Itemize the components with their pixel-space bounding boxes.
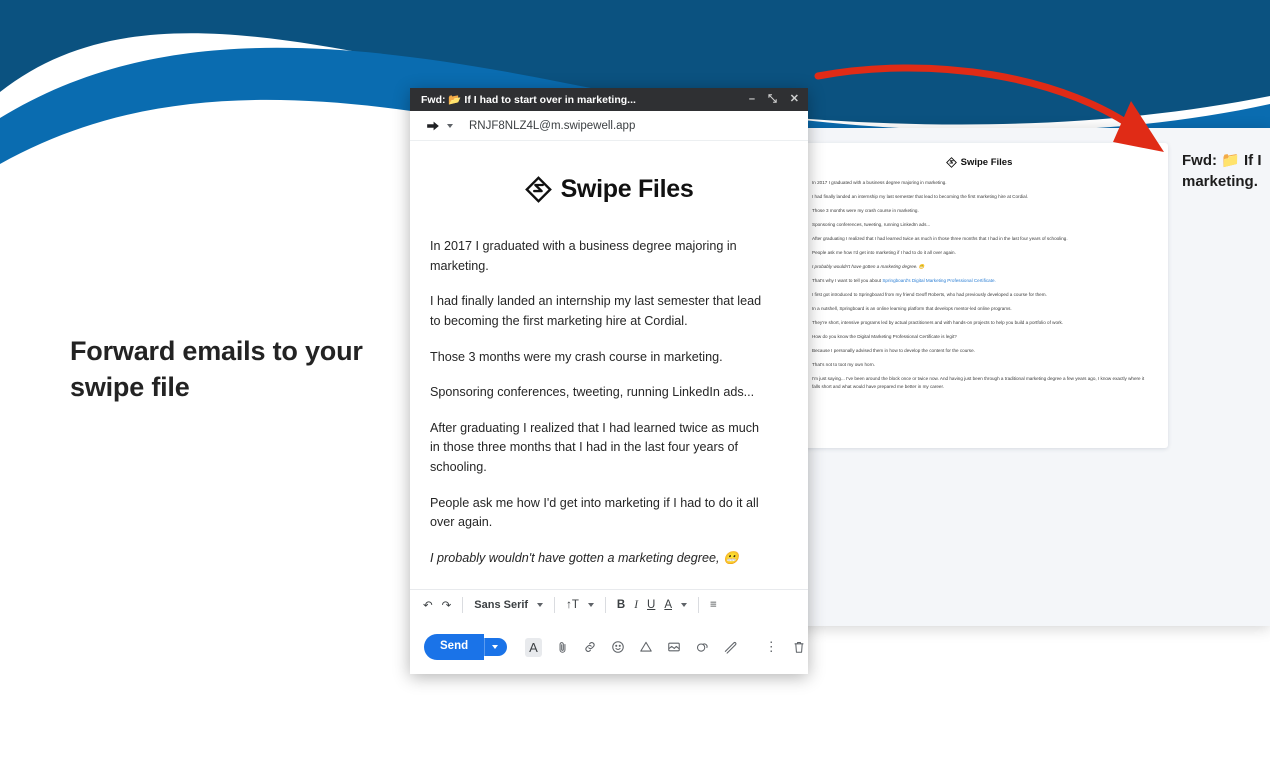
preview-paragraph-link: That's why I want to tell you about Spri… — [812, 277, 996, 283]
window-controls: – ⤡ ✕ — [749, 94, 799, 105]
body-paragraph-italic: I probably wouldn't have gotten a market… — [430, 551, 739, 566]
preview-paragraph: That's not to toot my own horn. — [812, 361, 875, 367]
attach-file-icon[interactable] — [556, 641, 569, 654]
insert-emoji-icon[interactable] — [611, 640, 625, 654]
send-button[interactable]: Send — [424, 634, 485, 660]
confidential-mode-icon[interactable] — [695, 640, 709, 654]
preview-body: In 2017 I graduated with a business degr… — [812, 179, 1146, 392]
send-group: Send — [424, 634, 508, 660]
close-icon[interactable]: ✕ — [790, 94, 799, 105]
body-paragraph: People ask me how I'd get into marketing… — [430, 494, 788, 533]
preview-paragraph: Sponsoring conferences, tweeting, runnin… — [812, 221, 931, 227]
body-paragraph: After graduating I realized that I had l… — [430, 419, 788, 478]
expand-icon[interactable]: ⤡ — [768, 94, 777, 105]
toolbar-divider — [604, 597, 606, 613]
align-button[interactable]: ≡ — [710, 599, 717, 611]
bold-button[interactable]: B — [617, 599, 625, 611]
compose-body[interactable]: Swipe Files In 2017 I graduated with a b… — [410, 141, 808, 584]
send-options-button[interactable] — [484, 638, 508, 656]
compose-titlebar: Fwd: 📂 If I had to start over in marketi… — [410, 88, 808, 111]
body-line: In 2017 I graduated with a business degr… — [430, 239, 737, 253]
body-paragraph: In 2017 I graduated with a business degr… — [430, 237, 788, 276]
forward-arrow-icon — [427, 121, 439, 130]
body-line: marketing. — [430, 258, 489, 273]
discard-draft-icon[interactable] — [792, 640, 806, 654]
minimize-icon[interactable]: – — [749, 94, 755, 105]
toolbar-divider — [698, 597, 700, 613]
toolbar-divider — [554, 597, 556, 613]
insert-link-icon[interactable] — [583, 640, 597, 654]
compose-title: Fwd: 📂 If I had to start over in marketi… — [421, 94, 636, 106]
text-color-button[interactable]: A — [664, 599, 672, 611]
preview-paragraph: Those 3 months were my crash course in m… — [812, 207, 919, 213]
preview-paragraph: I'm just saying... I've been around the … — [812, 375, 1145, 390]
gmail-compose-window: Fwd: 📂 If I had to start over in marketi… — [410, 88, 808, 674]
chevron-down-icon[interactable] — [681, 603, 688, 607]
compose-brand: Swipe Files — [430, 175, 788, 204]
recipient-address[interactable]: RNJF8NLZ4L@m.swipewell.app — [469, 120, 635, 132]
body-line: After graduating I realized that I had l… — [430, 420, 760, 435]
preview-paragraph: In a nutshell, Springboard is an online … — [812, 305, 1012, 311]
preview-paragraph: They're short, intensive programs led by… — [812, 319, 1064, 325]
body-line: People ask me how I'd get into marketing… — [430, 495, 759, 510]
preview-paragraph: I had finally landed an internship my la… — [812, 193, 1029, 199]
redo-icon[interactable]: ↷ — [442, 598, 452, 612]
chevron-down-icon[interactable] — [447, 123, 453, 128]
font-family-select[interactable]: Sans Serif — [474, 599, 528, 611]
recipient-row[interactable]: RNJF8NLZ4L@m.swipewell.app — [410, 111, 808, 141]
format-options-icon[interactable]: A — [525, 637, 542, 657]
body-paragraph: Sponsoring conferences, tweeting, runnin… — [430, 385, 755, 400]
undo-icon[interactable]: ↶ — [423, 598, 433, 612]
swipe-files-logo-icon — [524, 176, 552, 203]
font-size-button[interactable]: ↑T — [566, 599, 579, 611]
preview-paragraph: People ask me how I'd get into marketing… — [812, 249, 956, 255]
compose-actions: Send A ⋮ — [410, 620, 808, 674]
preview-paragraph: After graduating I realized that I had l… — [812, 235, 1068, 241]
side-card-title: Fwd: 📁 If Imarketing. — [1182, 152, 1262, 191]
springboard-link[interactable]: Springboard's Digital Marketing Professi… — [882, 278, 995, 283]
preview-paragraph: I first got introduced to Springboard fr… — [812, 291, 1047, 297]
preview-paragraph: Because I personally advised them in how… — [812, 347, 975, 353]
preview-paragraph: In 2017 I graduated with a business degr… — [812, 180, 947, 185]
chevron-down-icon[interactable] — [537, 603, 544, 607]
preview-brand: Swipe Files — [812, 157, 1146, 168]
chevron-down-icon[interactable] — [587, 603, 594, 607]
more-options-icon[interactable]: ⋮ — [765, 639, 778, 655]
preview-paragraph: How do you know the Digital Marketing Pr… — [812, 333, 957, 339]
swipe-files-logo-icon — [945, 157, 957, 168]
italic-button[interactable]: I — [634, 599, 638, 611]
compose-brand-label: Swipe Files — [560, 175, 694, 203]
body-paragraph: Those 3 months were my crash course in m… — [430, 349, 723, 364]
body-line: schooling. — [430, 460, 487, 475]
page-headline: Forward emails to your swipe file — [70, 336, 363, 402]
email-preview-card[interactable]: Swipe Files In 2017 I graduated with a b… — [790, 143, 1168, 448]
preview-brand-label: Swipe Files — [960, 157, 1013, 168]
insert-signature-icon[interactable] — [723, 640, 737, 654]
body-line: in those three months that I had in the … — [430, 440, 739, 455]
underline-button[interactable]: U — [647, 599, 655, 611]
toolbar-divider — [462, 597, 464, 613]
body-line: I had finally landed an internship my la… — [430, 294, 762, 309]
body-line: over again. — [430, 515, 493, 530]
insert-drive-icon[interactable] — [639, 640, 653, 654]
body-paragraph: I had finally landed an internship my la… — [430, 292, 788, 331]
screenshot-root: Forward emails to your swipe file Home — [0, 0, 1270, 760]
insert-photo-icon[interactable] — [667, 640, 681, 654]
body-line: to becoming the first marketing hire at … — [430, 313, 688, 328]
preview-paragraph: I probably wouldn't have gotten a market… — [812, 263, 925, 269]
formatting-toolbar: ↶ ↷ Sans Serif ↑T B I U A ≡ — [410, 589, 808, 620]
